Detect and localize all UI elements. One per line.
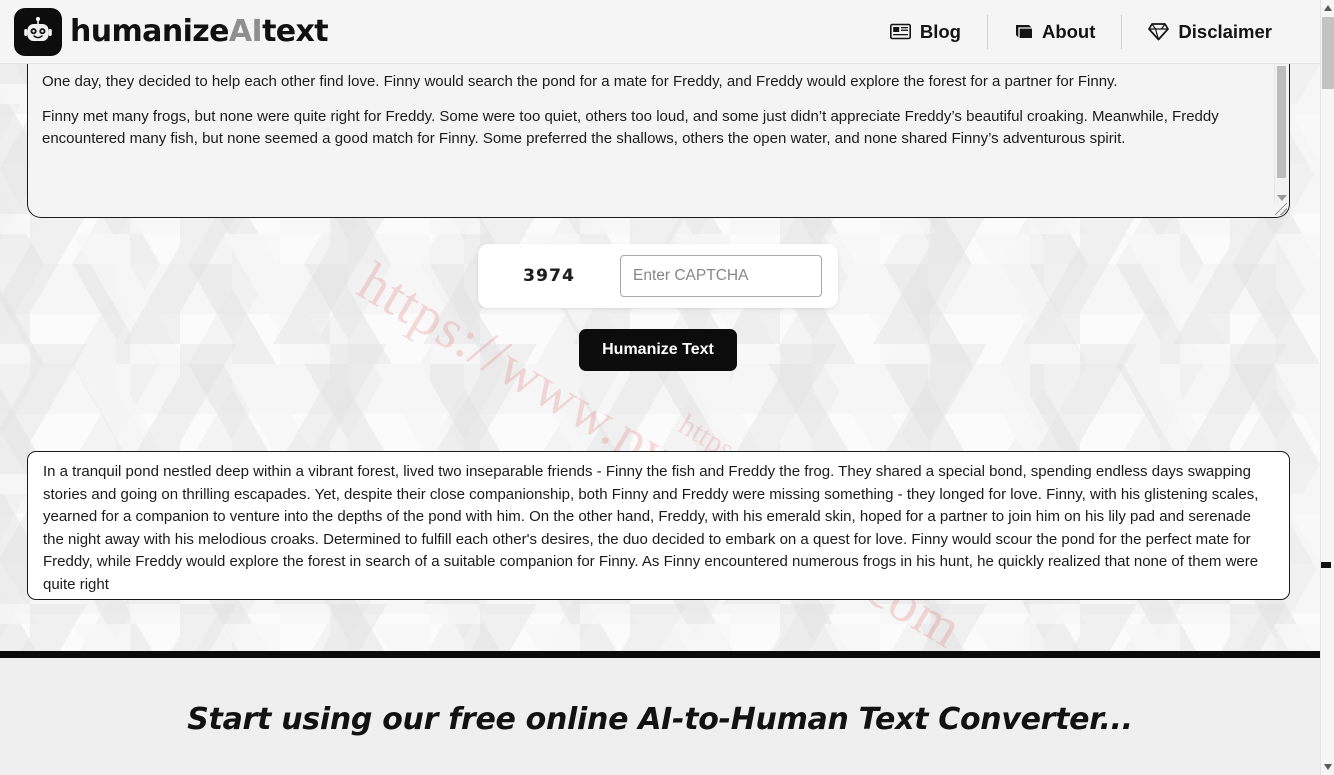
chevron-down-icon[interactable]: [1277, 195, 1287, 201]
nav-label-disclaimer: Disclaimer: [1178, 20, 1272, 42]
nav-item-disclaimer[interactable]: Disclaimer: [1121, 14, 1298, 49]
scrollbar-marker: [1321, 562, 1331, 568]
ai-text-input[interactable]: One day, they decided to help each other…: [27, 62, 1290, 218]
captcha-container: 3974: [478, 244, 838, 308]
browser-scrollbar-thumb[interactable]: [1322, 17, 1334, 89]
nav-item-about[interactable]: About: [986, 14, 1121, 49]
input-paragraph-2: Finny met many frogs, but none were quit…: [42, 107, 1219, 148]
scroll-down-arrow-icon[interactable]: [1324, 764, 1332, 770]
textarea-scrollbar[interactable]: [1274, 64, 1287, 203]
captcha-input[interactable]: [620, 255, 822, 297]
site-header: humanizeAItext Blog About Disclaimer: [0, 0, 1320, 64]
main-nav: Blog About Disclaimer: [864, 14, 1298, 49]
newspaper-icon: [889, 23, 911, 40]
textarea-resize-handle[interactable]: [1275, 203, 1287, 215]
input-textarea-wrapper: One day, they decided to help each other…: [27, 62, 1290, 218]
robot-icon: [14, 7, 62, 56]
output-text: In a tranquil pond nestled deep within a…: [43, 463, 1259, 593]
humanize-text-button[interactable]: Humanize Text: [579, 329, 737, 371]
brand-logo[interactable]: humanizeAItext: [14, 7, 329, 56]
nav-label-blog: Blog: [919, 20, 961, 42]
captcha-code: 3974: [522, 266, 576, 286]
book-icon: [1014, 23, 1033, 40]
brand-title: humanizeAItext: [70, 14, 329, 49]
nav-label-about: About: [1041, 20, 1096, 42]
textarea-scrollbar-thumb[interactable]: [1277, 66, 1286, 178]
page-root: https://www.pythonthree.com https huma: [0, 0, 1334, 775]
brand-prefix: humanize: [70, 14, 229, 49]
brand-mid: AI: [228, 14, 263, 49]
scroll-up-arrow-icon[interactable]: [1324, 5, 1332, 11]
diamond-icon: [1148, 22, 1170, 41]
brand-suffix: text: [262, 14, 329, 49]
browser-scrollbar[interactable]: [1320, 0, 1334, 775]
section-divider: [0, 651, 1320, 658]
input-paragraph-1: One day, they decided to help each other…: [42, 73, 1118, 90]
footer-heading: Start using our free online AI-to-Human …: [187, 702, 1133, 737]
humanized-output-box[interactable]: In a tranquil pond nestled deep within a…: [27, 451, 1290, 600]
nav-item-blog[interactable]: Blog: [864, 15, 987, 49]
footer-section: Start using our free online AI-to-Human …: [0, 658, 1320, 775]
